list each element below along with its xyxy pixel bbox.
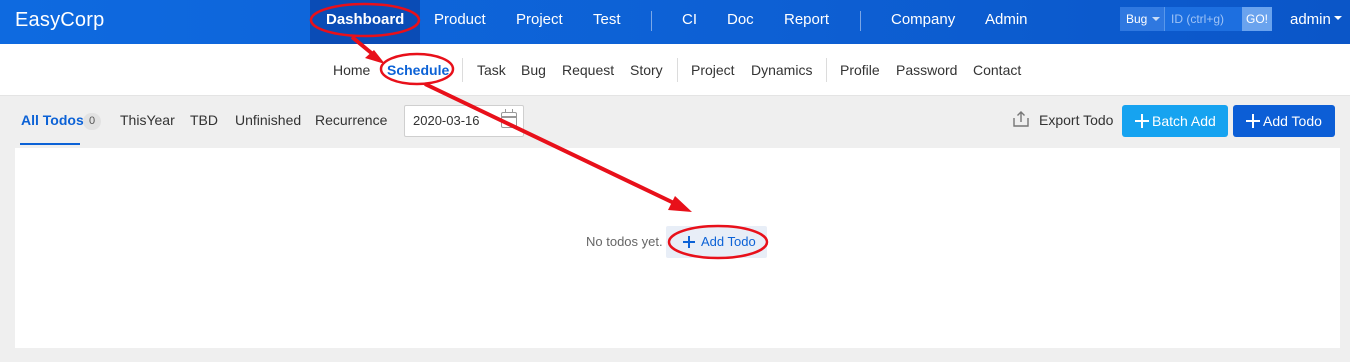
empty-state-text: No todos yet. xyxy=(586,234,663,249)
add-todo-label: Add Todo xyxy=(1263,113,1322,129)
search-input[interactable]: ID (ctrl+g) xyxy=(1164,7,1242,31)
subnav-project[interactable]: Project xyxy=(691,62,735,78)
nav-doc[interactable]: Doc xyxy=(727,0,754,44)
subnav-story[interactable]: Story xyxy=(630,62,663,78)
nav-company[interactable]: Company xyxy=(891,0,955,44)
active-filter-underline xyxy=(20,143,80,145)
empty-add-todo-button[interactable]: Add Todo xyxy=(666,226,767,258)
nav-project[interactable]: Project xyxy=(516,0,563,44)
export-todo-label: Export Todo xyxy=(1039,112,1114,128)
export-icon xyxy=(1013,111,1029,127)
filter-tbd[interactable]: TBD xyxy=(190,112,218,128)
date-value: 2020-03-16 xyxy=(413,113,480,128)
subnav-divider xyxy=(462,58,463,82)
plus-icon xyxy=(1135,114,1149,128)
subnav-password[interactable]: Password xyxy=(896,62,957,78)
subnav-divider xyxy=(677,58,678,82)
user-name: admin xyxy=(1290,11,1331,28)
nav-divider xyxy=(860,11,861,31)
search-type-label: Bug xyxy=(1126,12,1148,26)
empty-add-todo-label: Add Todo xyxy=(701,234,756,249)
subnav-bug[interactable]: Bug xyxy=(521,62,546,78)
subnav-task[interactable]: Task xyxy=(477,62,506,78)
subnav-schedule[interactable]: Schedule xyxy=(387,62,449,78)
search-type-select[interactable]: Bug xyxy=(1120,7,1164,31)
brand-logo[interactable]: EasyCorp xyxy=(15,9,104,32)
nav-ci[interactable]: CI xyxy=(682,0,697,44)
plus-icon xyxy=(1246,114,1260,128)
calendar-icon[interactable] xyxy=(501,109,517,128)
user-menu[interactable]: admin xyxy=(1290,11,1342,28)
subnav-contact[interactable]: Contact xyxy=(973,62,1021,78)
filter-recurrence[interactable]: Recurrence xyxy=(315,112,387,128)
nav-divider xyxy=(651,11,652,31)
nav-admin[interactable]: Admin xyxy=(985,0,1028,44)
caret-down-icon xyxy=(1152,17,1160,21)
search-go-button[interactable]: GO! xyxy=(1242,7,1272,31)
subnav-divider xyxy=(826,58,827,82)
plus-icon xyxy=(683,236,695,248)
top-navbar: EasyCorp Dashboard Product Project Test … xyxy=(0,0,1350,44)
nav-dashboard[interactable]: Dashboard xyxy=(310,0,421,44)
filter-all-todos[interactable]: All Todos xyxy=(21,112,84,128)
todo-count-badge: 0 xyxy=(83,113,101,130)
batch-add-button[interactable]: Batch Add xyxy=(1122,105,1228,137)
quick-search: Bug ID (ctrl+g) GO! xyxy=(1120,7,1272,31)
subnav-profile[interactable]: Profile xyxy=(840,62,880,78)
subnav-request[interactable]: Request xyxy=(562,62,614,78)
nav-test[interactable]: Test xyxy=(593,0,621,44)
batch-add-label: Batch Add xyxy=(1152,113,1216,129)
sub-navbar: Home Schedule Task Bug Request Story Pro… xyxy=(0,44,1350,96)
caret-down-icon xyxy=(1333,16,1342,21)
export-todo-button[interactable]: Export Todo xyxy=(1013,111,1114,129)
filter-this-year[interactable]: ThisYear xyxy=(120,112,175,128)
subnav-home[interactable]: Home xyxy=(333,62,370,78)
nav-report[interactable]: Report xyxy=(784,0,829,44)
nav-product[interactable]: Product xyxy=(434,0,486,44)
date-picker[interactable]: 2020-03-16 xyxy=(404,105,524,137)
subnav-dynamics[interactable]: Dynamics xyxy=(751,62,812,78)
add-todo-button[interactable]: Add Todo xyxy=(1233,105,1335,137)
filter-unfinished[interactable]: Unfinished xyxy=(235,112,301,128)
